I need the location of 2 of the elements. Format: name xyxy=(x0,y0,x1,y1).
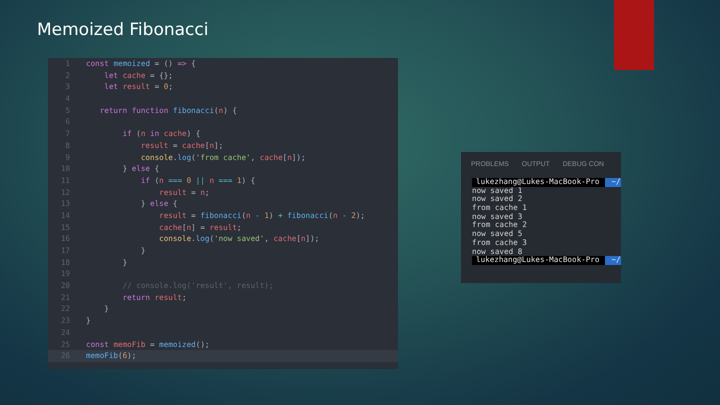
accent-bar xyxy=(614,0,654,70)
slide-title: Memoized Fibonacci xyxy=(37,19,208,42)
